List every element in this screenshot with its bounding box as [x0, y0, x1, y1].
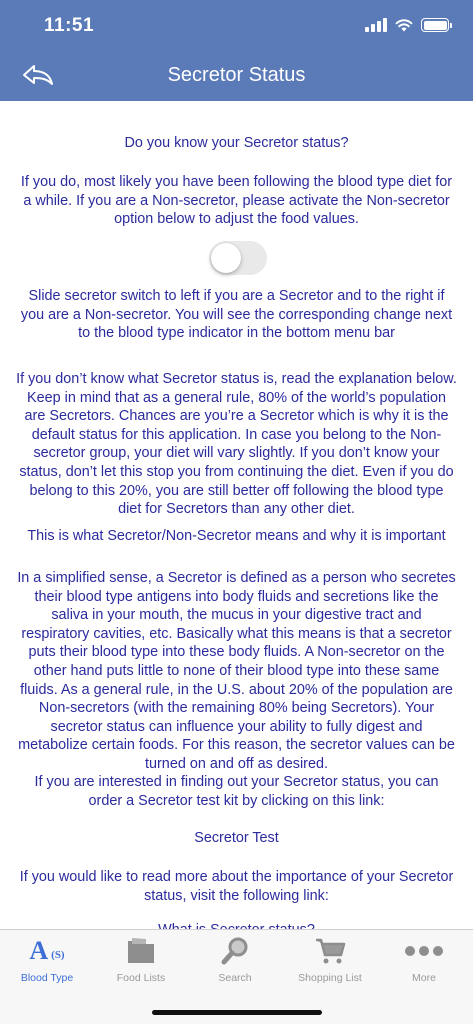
tab-label: Blood Type	[20, 972, 74, 984]
toggle-knob	[211, 243, 241, 273]
intro-text: If you do, most likely you have been fol…	[20, 174, 453, 228]
status-icons	[365, 16, 452, 34]
blood-type-icon-letter: A	[29, 936, 49, 965]
tab-more[interactable]: More	[377, 930, 471, 990]
home-indicator	[152, 1010, 322, 1015]
question-text: Do you know your Secretor status?	[124, 135, 349, 151]
secretor-status-link[interactable]: What is Secretor status?	[16, 921, 457, 929]
folder-icon	[94, 936, 188, 966]
read-more-text: If you would like to read more about the…	[19, 869, 454, 904]
magnifier-icon	[188, 936, 282, 966]
tab-shopping-list[interactable]: Shopping List	[283, 930, 377, 990]
secretor-test-link[interactable]: Secretor Test	[16, 829, 457, 848]
tab-blood-type[interactable]: A (S) Blood Type	[0, 930, 94, 990]
blood-type-icon: A (S)	[0, 936, 94, 966]
page-title: Secretor Status	[167, 64, 306, 86]
battery-icon	[421, 18, 452, 32]
explanation-text: In a simplified sense, a Secretor is def…	[17, 570, 456, 772]
blood-type-icon-sub: (S)	[51, 949, 65, 961]
tab-label: Search	[218, 972, 252, 984]
tab-label: Food Lists	[116, 972, 166, 984]
tab-label: More	[412, 972, 436, 984]
navigation-header: 11:51 Secretor Status	[0, 0, 473, 101]
tab-search[interactable]: Search	[188, 930, 282, 990]
unknown-status-text: If you don’t know what Secretor status i…	[16, 371, 457, 518]
status-time: 11:51	[44, 15, 95, 36]
tab-label: Shopping List	[298, 972, 362, 984]
slide-instruction-text: Slide secretor switch to left if you are…	[20, 288, 453, 342]
ellipsis-icon	[377, 936, 471, 966]
content-area[interactable]: Do you know your Secretor status? If you…	[0, 101, 473, 929]
non-secretor-toggle[interactable]	[209, 241, 267, 275]
status-bar: 11:51	[0, 0, 473, 52]
tab-food-lists[interactable]: Food Lists	[94, 930, 188, 990]
cellular-signal-icon	[365, 18, 387, 32]
wifi-icon	[395, 19, 413, 32]
cart-icon	[283, 936, 377, 966]
section-heading: This is what Secretor/Non-Secretor means…	[27, 528, 446, 544]
test-kit-text: If you are interested in finding out you…	[34, 774, 439, 809]
